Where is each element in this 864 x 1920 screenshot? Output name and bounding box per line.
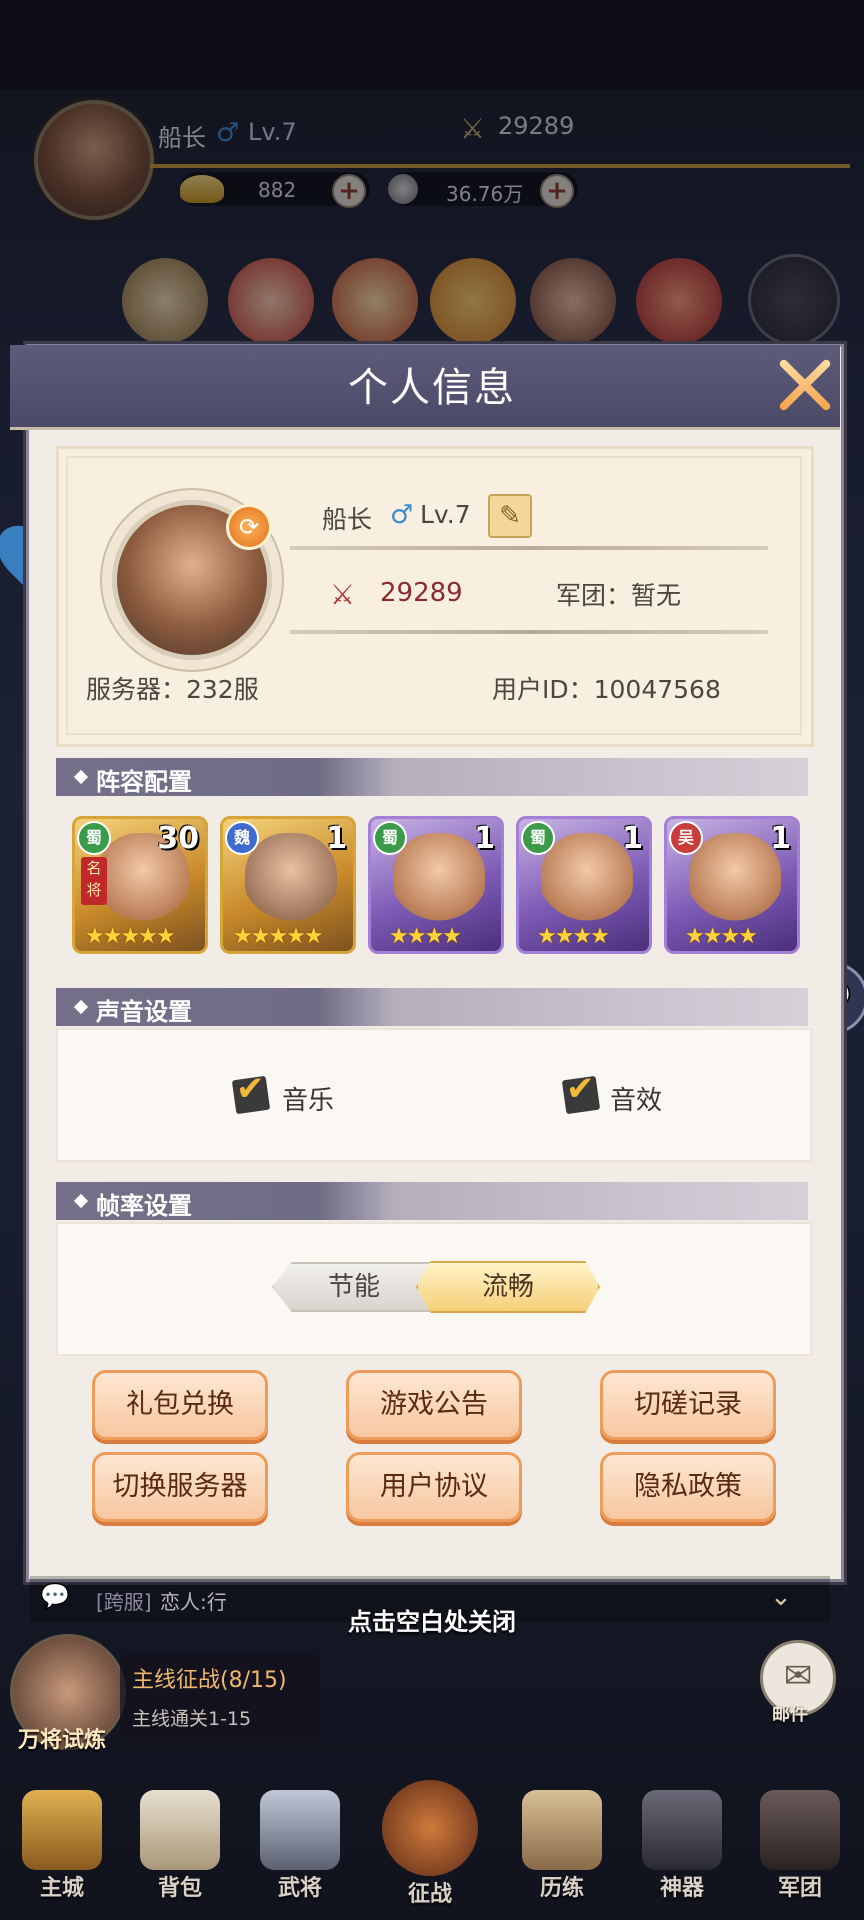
- swap-avatar-icon[interactable]: ⟳: [226, 504, 272, 550]
- nav-training[interactable]: 历练: [512, 1790, 612, 1902]
- nav-label: 主城: [39, 1876, 84, 1901]
- smooth-option[interactable]: 流畅: [416, 1261, 600, 1313]
- switch-server-button[interactable]: 切换服务器: [92, 1452, 268, 1522]
- mail-label: 邮件: [772, 1704, 808, 1725]
- nav-label: 征战: [407, 1882, 452, 1907]
- quest-subtitle: 主线通关1-15: [132, 1708, 252, 1730]
- hero-level: 30: [157, 821, 199, 856]
- dialog-title: 个人信息: [348, 365, 516, 411]
- close-icon[interactable]: [774, 355, 834, 415]
- gender-icon: ♂: [390, 500, 414, 530]
- swords-icon: ⚔: [330, 578, 356, 611]
- nav-label: 武将: [277, 1876, 322, 1901]
- famous-general-tag: 名将: [81, 857, 107, 905]
- edit-name-button[interactable]: ✎: [488, 494, 532, 538]
- faction-badge: 蜀: [373, 821, 407, 855]
- music-label: 音乐: [282, 1086, 335, 1116]
- server-label: 服务器：232服: [86, 675, 259, 704]
- framerate-title: 帧率设置: [96, 1192, 192, 1220]
- announcement-button[interactable]: 游戏公告: [346, 1370, 522, 1440]
- user-agreement-button[interactable]: 用户协议: [346, 1452, 522, 1522]
- hero-stars: ★★★★★: [85, 924, 176, 949]
- hero-card-5[interactable]: 吴 1 ★★★★: [664, 816, 800, 954]
- nav-artifact[interactable]: 神器: [632, 1790, 732, 1902]
- check-icon: ✔: [566, 1069, 595, 1109]
- nav-label: 历练: [539, 1876, 584, 1901]
- nav-backpack[interactable]: 背包: [130, 1790, 230, 1902]
- faction-badge: 魏: [225, 821, 259, 855]
- nav-main-city[interactable]: 主城: [12, 1790, 112, 1902]
- nav-legion[interactable]: 军团: [750, 1790, 850, 1902]
- sfx-label: 音效: [610, 1086, 663, 1116]
- hero-card-4[interactable]: 蜀 1 ★★★★: [516, 816, 652, 954]
- nav-campaign[interactable]: 征战: [380, 1780, 480, 1908]
- divider: [290, 630, 768, 634]
- sound-panel: [56, 1028, 812, 1162]
- faction-badge: 蜀: [77, 821, 111, 855]
- close-hint: 点击空白处关闭: [348, 1608, 516, 1636]
- nav-label: 神器: [659, 1876, 704, 1901]
- privacy-policy-button[interactable]: 隐私政策: [600, 1452, 776, 1522]
- hero-stars: ★★★★: [389, 924, 462, 949]
- hero-card-1[interactable]: 蜀 30 名将 ★★★★★: [72, 816, 208, 954]
- hero-level: 1: [622, 821, 643, 856]
- nav-label: 背包: [157, 1876, 202, 1901]
- power-saving-option[interactable]: 节能: [272, 1262, 436, 1312]
- divider: [290, 546, 768, 550]
- hero-card-3[interactable]: 蜀 1 ★★★★: [368, 816, 504, 954]
- check-icon: ✔: [236, 1069, 265, 1109]
- nav-label: 军团: [777, 1876, 822, 1901]
- gift-redeem-button[interactable]: 礼包兑换: [92, 1370, 268, 1440]
- faction-badge: 吴: [669, 821, 703, 855]
- legion-label: 军团：暂无: [556, 581, 682, 610]
- hero-card-2[interactable]: 魏 1 ★★★★★: [220, 816, 356, 954]
- quest-title: 主线征战(8/15): [132, 1668, 287, 1693]
- hero-stars: ★★★★: [685, 924, 758, 949]
- hero-level: 1: [474, 821, 495, 856]
- faction-badge: 蜀: [521, 821, 555, 855]
- trial-label: 万将试炼: [18, 1728, 107, 1753]
- profile-level: Lv.7: [420, 500, 471, 529]
- hero-stars: ★★★★: [537, 924, 610, 949]
- profile-name: 船长: [322, 505, 373, 534]
- hero-level: 1: [770, 821, 791, 856]
- sound-title: 声音设置: [96, 998, 192, 1026]
- hero-stars: ★★★★★: [233, 924, 324, 949]
- hero-level: 1: [326, 821, 347, 856]
- lineup-title: 阵容配置: [96, 768, 192, 796]
- profile-power: 29289: [380, 578, 463, 608]
- battle-record-button[interactable]: 切磋记录: [600, 1370, 776, 1440]
- nav-generals[interactable]: 武将: [250, 1790, 350, 1902]
- user-id-label: 用户ID：10047568: [492, 675, 721, 704]
